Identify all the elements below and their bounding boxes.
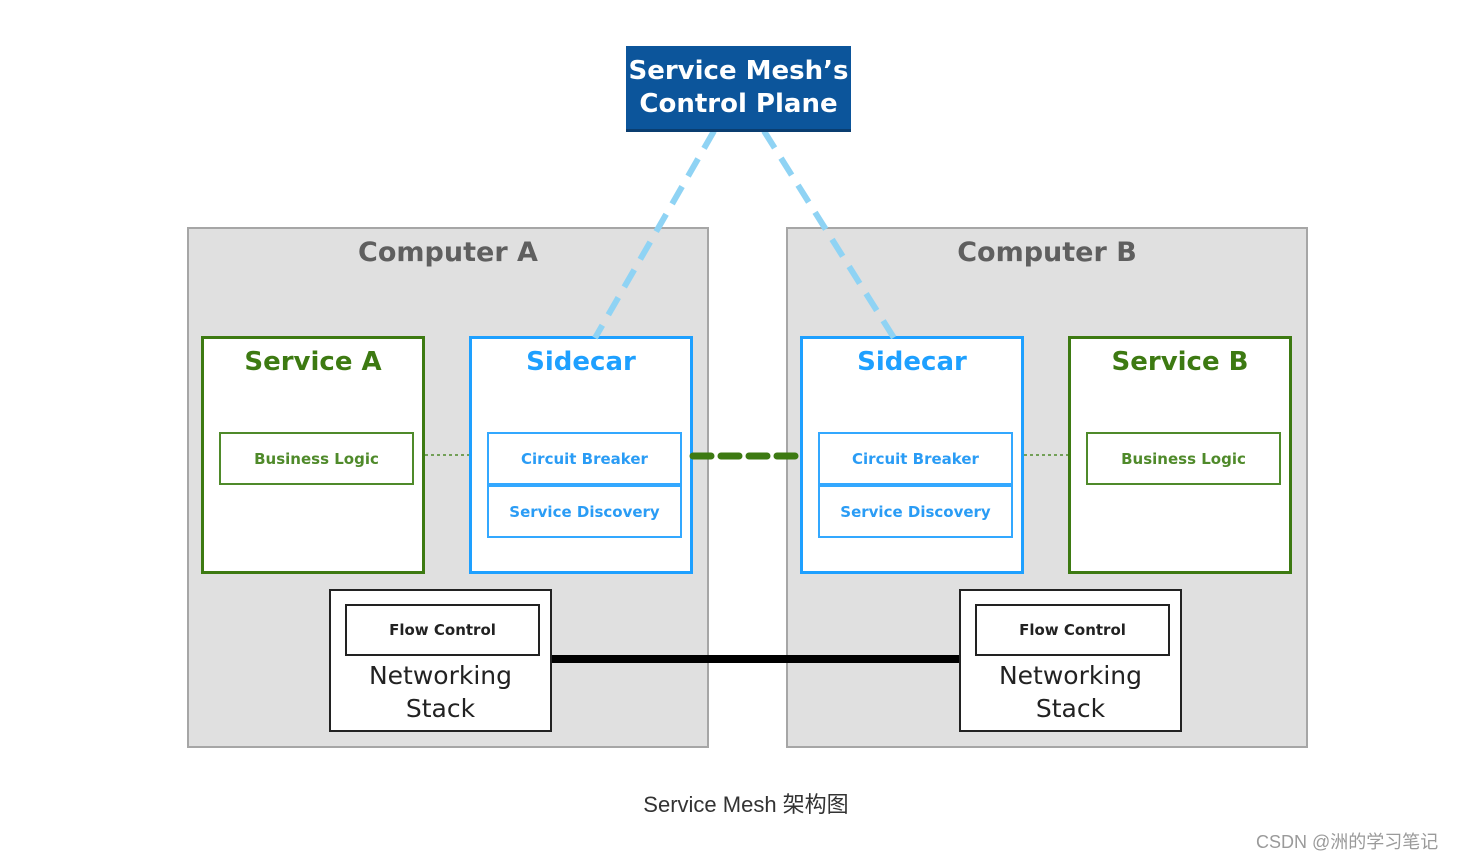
sidecar-a-box: Sidecar Circuit Breaker Service Discover… (469, 336, 693, 574)
sidecar-a-service-discovery: Service Discovery (487, 485, 682, 538)
flow-control-a: Flow Control (345, 604, 540, 656)
figure-caption: Service Mesh 架构图 (643, 792, 849, 817)
computer-a-title: Computer A (358, 237, 538, 268)
service-b-business-logic: Business Logic (1086, 432, 1281, 485)
networking-stack-a-line1: Networking (368, 661, 513, 690)
networking-stack-a-label: Networking Stack (331, 659, 550, 725)
watermark: CSDN @洲的学习笔记 (1256, 832, 1439, 852)
networking-stack-b-label: Networking Stack (961, 659, 1180, 725)
control-plane-box: Service Mesh’s Control Plane (626, 46, 851, 132)
sidecar-b-circuit-breaker: Circuit Breaker (818, 432, 1013, 485)
networking-stack-b-line2: Stack (1035, 694, 1106, 723)
computer-b-title: Computer B (957, 237, 1137, 268)
sidecar-b-title: Sidecar (857, 347, 967, 377)
service-a-box: Service A Business Logic (201, 336, 425, 574)
sidecar-a-circuit-breaker: Circuit Breaker (487, 432, 682, 485)
networking-stack-a: Flow Control Networking Stack (329, 589, 552, 732)
networking-stack-a-line2: Stack (405, 694, 476, 723)
sidecar-b-box: Sidecar Circuit Breaker Service Discover… (800, 336, 1024, 574)
service-b-box: Service B Business Logic (1068, 336, 1292, 574)
control-plane-line1: Service Mesh’s (628, 56, 849, 86)
flow-control-b: Flow Control (975, 604, 1170, 656)
control-plane-line2: Control Plane (639, 89, 838, 119)
networking-stack-b-line1: Networking (998, 661, 1143, 690)
sidecar-b-service-discovery: Service Discovery (818, 485, 1013, 538)
service-a-business-logic: Business Logic (219, 432, 414, 485)
networking-stack-b: Flow Control Networking Stack (959, 589, 1182, 732)
service-a-title: Service A (244, 347, 382, 377)
sidecar-a-title: Sidecar (526, 347, 636, 377)
service-b-title: Service B (1111, 347, 1249, 377)
